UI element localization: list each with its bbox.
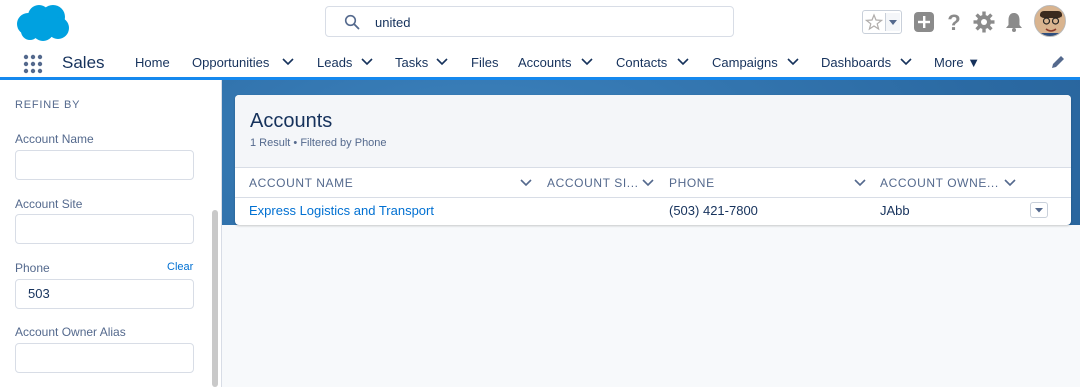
app-name: Sales bbox=[62, 53, 105, 72]
favorites-button[interactable] bbox=[862, 10, 902, 34]
favorite-star-icon[interactable] bbox=[865, 12, 883, 32]
nav-item-home[interactable]: Home bbox=[135, 55, 170, 70]
global-header: united ? bbox=[0, 0, 1080, 45]
salesforce-cloud-icon[interactable] bbox=[14, 4, 70, 42]
chevron-down-icon[interactable] bbox=[520, 179, 532, 187]
app-navigation-bar: Sales Home Opportunities Leads Tasks Fil… bbox=[0, 45, 1080, 80]
account-name-label: Account Name bbox=[15, 132, 94, 146]
results-summary: 1 Result • Filtered by Phone bbox=[250, 137, 387, 149]
chevron-down-icon bbox=[1035, 208, 1043, 213]
clear-phone-link[interactable]: Clear bbox=[167, 261, 193, 273]
notifications-bell-icon[interactable] bbox=[1003, 11, 1025, 33]
chevron-down-icon[interactable] bbox=[436, 58, 448, 66]
chevron-down-icon[interactable] bbox=[1004, 179, 1016, 187]
chevron-down-icon[interactable] bbox=[581, 58, 593, 66]
column-header-account-owner[interactable]: ACCOUNT OWNE... bbox=[880, 176, 999, 190]
user-photo-icon bbox=[1035, 6, 1065, 36]
nav-item-campaigns[interactable]: Campaigns bbox=[712, 55, 778, 70]
avatar[interactable] bbox=[1034, 5, 1066, 37]
nav-item-files[interactable]: Files bbox=[471, 55, 498, 70]
owner-cell: JAbb bbox=[880, 203, 910, 218]
nav-item-leads[interactable]: Leads bbox=[317, 55, 352, 70]
chevron-down-icon[interactable] bbox=[677, 58, 689, 66]
sidebar-scrollbar[interactable] bbox=[212, 210, 218, 387]
column-header-account-name[interactable]: ACCOUNT NAME bbox=[249, 176, 353, 190]
chevron-down-icon[interactable] bbox=[282, 58, 294, 66]
chevron-down-icon[interactable] bbox=[854, 179, 866, 187]
header-divider bbox=[235, 197, 1071, 198]
card-title: Accounts bbox=[250, 110, 333, 132]
nav-item-dashboards[interactable]: Dashboards bbox=[821, 55, 891, 70]
account-owner-alias-label: Account Owner Alias bbox=[15, 325, 126, 339]
setup-gear-icon[interactable] bbox=[973, 11, 995, 33]
svg-text:?: ? bbox=[947, 11, 960, 33]
chevron-down-icon[interactable] bbox=[642, 179, 654, 187]
page-background-lower bbox=[222, 225, 1080, 387]
nav-item-tasks[interactable]: Tasks bbox=[395, 55, 428, 70]
help-icon[interactable]: ? bbox=[943, 11, 965, 33]
column-header-phone[interactable]: PHONE bbox=[669, 176, 715, 190]
chevron-down-icon[interactable] bbox=[900, 58, 912, 66]
global-search[interactable]: united bbox=[325, 6, 734, 37]
row-actions-button[interactable] bbox=[1030, 202, 1048, 218]
card-header: Accounts 1 Result • Filtered by Phone bbox=[235, 95, 1071, 168]
chevron-down-icon[interactable] bbox=[361, 58, 373, 66]
phone-field[interactable]: 503 bbox=[15, 279, 194, 309]
refine-by-panel: REFINE BY Account Name Account Site Phon… bbox=[0, 80, 222, 387]
accounts-results-card: Accounts 1 Result • Filtered by Phone AC… bbox=[235, 95, 1071, 225]
add-icon[interactable] bbox=[913, 11, 935, 33]
favorites-menu-caret[interactable] bbox=[885, 13, 900, 31]
column-header-account-site[interactable]: ACCOUNT SI... bbox=[547, 176, 639, 190]
account-site-field[interactable] bbox=[15, 214, 194, 244]
nav-item-contacts[interactable]: Contacts bbox=[616, 55, 667, 70]
account-name-field[interactable] bbox=[15, 150, 194, 180]
refine-by-heading: REFINE BY bbox=[15, 99, 81, 111]
waffle-icon[interactable] bbox=[23, 54, 43, 74]
account-site-label: Account Site bbox=[15, 197, 83, 211]
phone-cell: (503) 421-7800 bbox=[669, 203, 758, 218]
search-icon bbox=[344, 14, 360, 30]
chevron-down-icon bbox=[889, 20, 897, 25]
nav-item-accounts[interactable]: Accounts bbox=[518, 55, 571, 70]
pencil-icon[interactable] bbox=[1050, 54, 1066, 70]
nav-item-more[interactable]: More ▼ bbox=[934, 55, 980, 70]
account-owner-alias-field[interactable] bbox=[15, 343, 194, 373]
chevron-down-icon[interactable] bbox=[787, 58, 799, 66]
search-input[interactable]: united bbox=[375, 15, 410, 30]
nav-item-opportunities[interactable]: Opportunities bbox=[192, 55, 269, 70]
account-name-link[interactable]: Express Logistics and Transport bbox=[249, 203, 434, 218]
phone-label: Phone bbox=[15, 261, 50, 275]
